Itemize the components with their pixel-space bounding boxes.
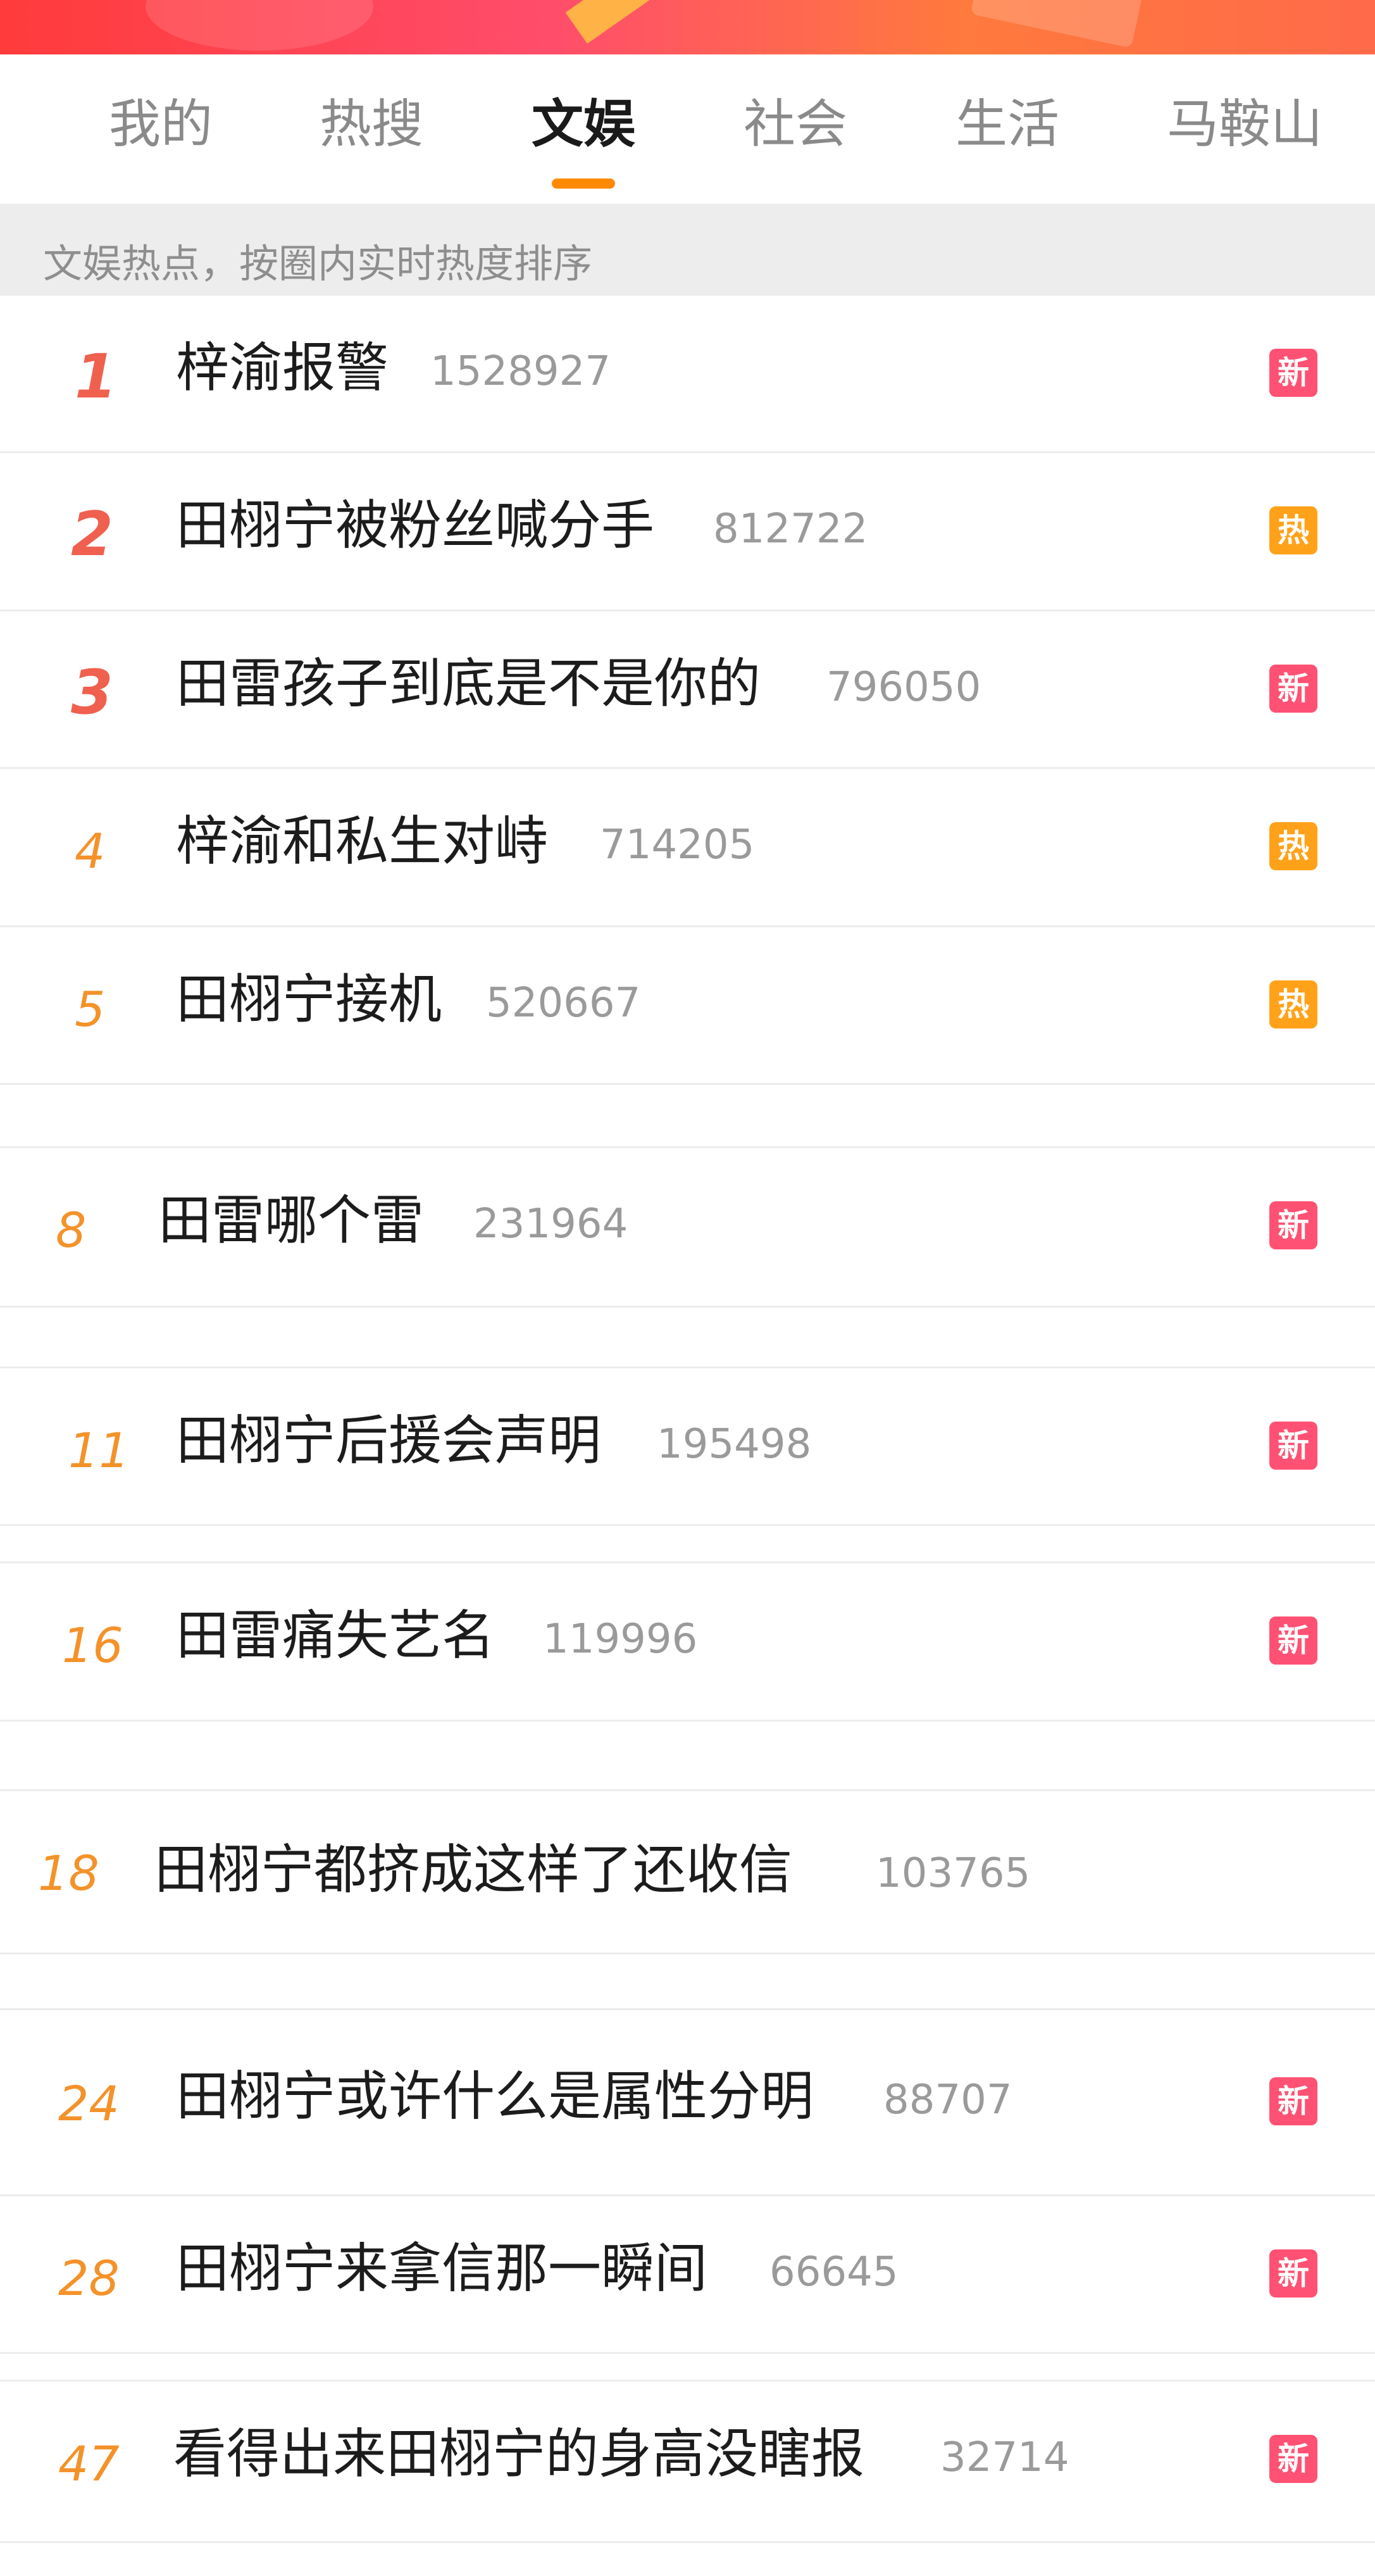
heat-count: 812722 xyxy=(713,506,868,553)
trend-row[interactable]: 3 田雷孩子到底是不是你的 796050 新 xyxy=(0,610,1375,768)
trend-row[interactable]: 1 梓渝报警 1528927 新 xyxy=(0,294,1375,453)
rank-number: 8 xyxy=(56,1202,87,1258)
rank-number: 28 xyxy=(58,2250,120,2306)
banner-decoration xyxy=(565,0,650,44)
rank-number: 47 xyxy=(58,2435,120,2492)
trend-title: 田栩宁或许什么是属性分明 xyxy=(176,2065,814,2127)
heat-count: 1528927 xyxy=(430,348,611,395)
heat-count: 66645 xyxy=(769,2249,899,2296)
tab-society[interactable]: 社会 xyxy=(743,99,847,151)
trend-title: 看得出来田栩宁的身高没瞎报 xyxy=(173,2423,865,2485)
heat-count: 520667 xyxy=(486,980,641,1027)
hint-text: 文娱热点，按圈内实时热度排序 xyxy=(43,241,593,287)
active-tab-indicator xyxy=(552,178,615,189)
tab-life[interactable]: 生活 xyxy=(955,99,1059,151)
trend-row[interactable]: 4 梓渝和私生对峙 714205 热 xyxy=(0,767,1375,926)
row-gap xyxy=(0,1524,1375,1564)
trend-title: 梓渝和私生对峙 xyxy=(176,810,549,872)
trend-title: 梓渝报警 xyxy=(176,337,389,399)
trend-row[interactable]: 11 田栩宁后援会声明 195498 新 xyxy=(0,1366,1375,1525)
row-gap xyxy=(0,1720,1375,1791)
row-gap xyxy=(0,1306,1375,1370)
new-badge: 新 xyxy=(1269,2435,1317,2483)
tab-maanshan[interactable]: 马鞍山 xyxy=(1167,99,1322,151)
trend-row[interactable]: 2 田栩宁被粉丝喊分手 812722 热 xyxy=(0,451,1375,610)
hot-badge: 热 xyxy=(1269,980,1317,1029)
heat-count: 796050 xyxy=(826,664,981,711)
category-tab-bar: 我的 热搜 文娱 社会 生活 马鞍山 xyxy=(0,54,1375,204)
trend-title: 田雷哪个雷 xyxy=(158,1189,425,1251)
trend-row[interactable]: 28 田栩宁来拿信那一瞬间 66645 新 xyxy=(0,2194,1375,2353)
rank-number: 5 xyxy=(75,981,106,1037)
tab-entertainment[interactable]: 文娱 xyxy=(532,99,635,151)
trend-title: 田栩宁都挤成这样了还收信 xyxy=(154,1839,793,1901)
new-badge: 新 xyxy=(1269,2077,1317,2125)
heat-count: 714205 xyxy=(600,822,755,868)
hot-badge: 热 xyxy=(1269,822,1317,870)
trend-title: 田栩宁来拿信那一瞬间 xyxy=(176,2237,708,2299)
heat-count: 32714 xyxy=(940,2434,1069,2481)
heat-count: 103765 xyxy=(876,1850,1031,1897)
banner-decoration xyxy=(146,0,373,51)
top-banner xyxy=(0,0,1375,54)
trend-title: 田栩宁接机 xyxy=(176,968,442,1030)
trend-row[interactable]: 5 田栩宁接机 520667 热 xyxy=(0,925,1375,1084)
trend-row[interactable]: 24 田栩宁或许什么是属性分明 88707 新 xyxy=(0,2008,1375,2196)
rank-number: 24 xyxy=(58,2075,120,2132)
trend-title: 田栩宁后援会声明 xyxy=(176,1410,602,1472)
tab-hot-search[interactable]: 热搜 xyxy=(320,99,423,151)
trend-title: 田雷痛失艺名 xyxy=(176,1604,495,1666)
banner-decoration xyxy=(970,0,1143,49)
trend-title: 田栩宁被粉丝喊分手 xyxy=(176,494,655,556)
new-badge: 新 xyxy=(1269,1422,1317,1470)
rank-number: 1 xyxy=(75,341,117,412)
tab-mine[interactable]: 我的 xyxy=(109,99,213,151)
new-badge: 新 xyxy=(1269,1616,1317,1665)
trend-row[interactable]: 18 田栩宁都挤成这样了还收信 103765 xyxy=(0,1789,1375,1954)
rank-number: 4 xyxy=(75,823,106,879)
row-gap xyxy=(0,1953,1375,2010)
hot-badge: 热 xyxy=(1269,506,1317,554)
new-badge: 新 xyxy=(1269,665,1317,713)
row-gap xyxy=(0,2352,1375,2382)
new-badge: 新 xyxy=(1269,2249,1317,2298)
rank-number: 2 xyxy=(71,499,113,570)
heat-count: 119996 xyxy=(543,1616,698,1663)
trend-row[interactable]: 16 田雷痛失艺名 119996 新 xyxy=(0,1561,1375,1720)
new-badge: 新 xyxy=(1269,349,1317,397)
section-hint: 文娱热点，按圈内实时热度排序 xyxy=(0,204,1375,294)
rank-number: 3 xyxy=(71,657,113,728)
rank-number: 11 xyxy=(68,1422,130,1479)
heat-count: 88707 xyxy=(883,2077,1012,2123)
heat-count: 231964 xyxy=(473,1201,628,1247)
heat-count: 195498 xyxy=(657,1421,812,1468)
row-gap xyxy=(0,1083,1375,1148)
rank-number: 16 xyxy=(62,1617,123,1673)
trend-row[interactable]: 47 看得出来田栩宁的身高没瞎报 32714 新 xyxy=(0,2380,1375,2543)
rank-number: 18 xyxy=(38,1845,99,1901)
new-badge: 新 xyxy=(1269,1201,1317,1249)
trend-row[interactable]: 8 田雷哪个雷 231964 新 xyxy=(0,1146,1375,1305)
trend-title: 田雷孩子到底是不是你的 xyxy=(176,653,761,715)
